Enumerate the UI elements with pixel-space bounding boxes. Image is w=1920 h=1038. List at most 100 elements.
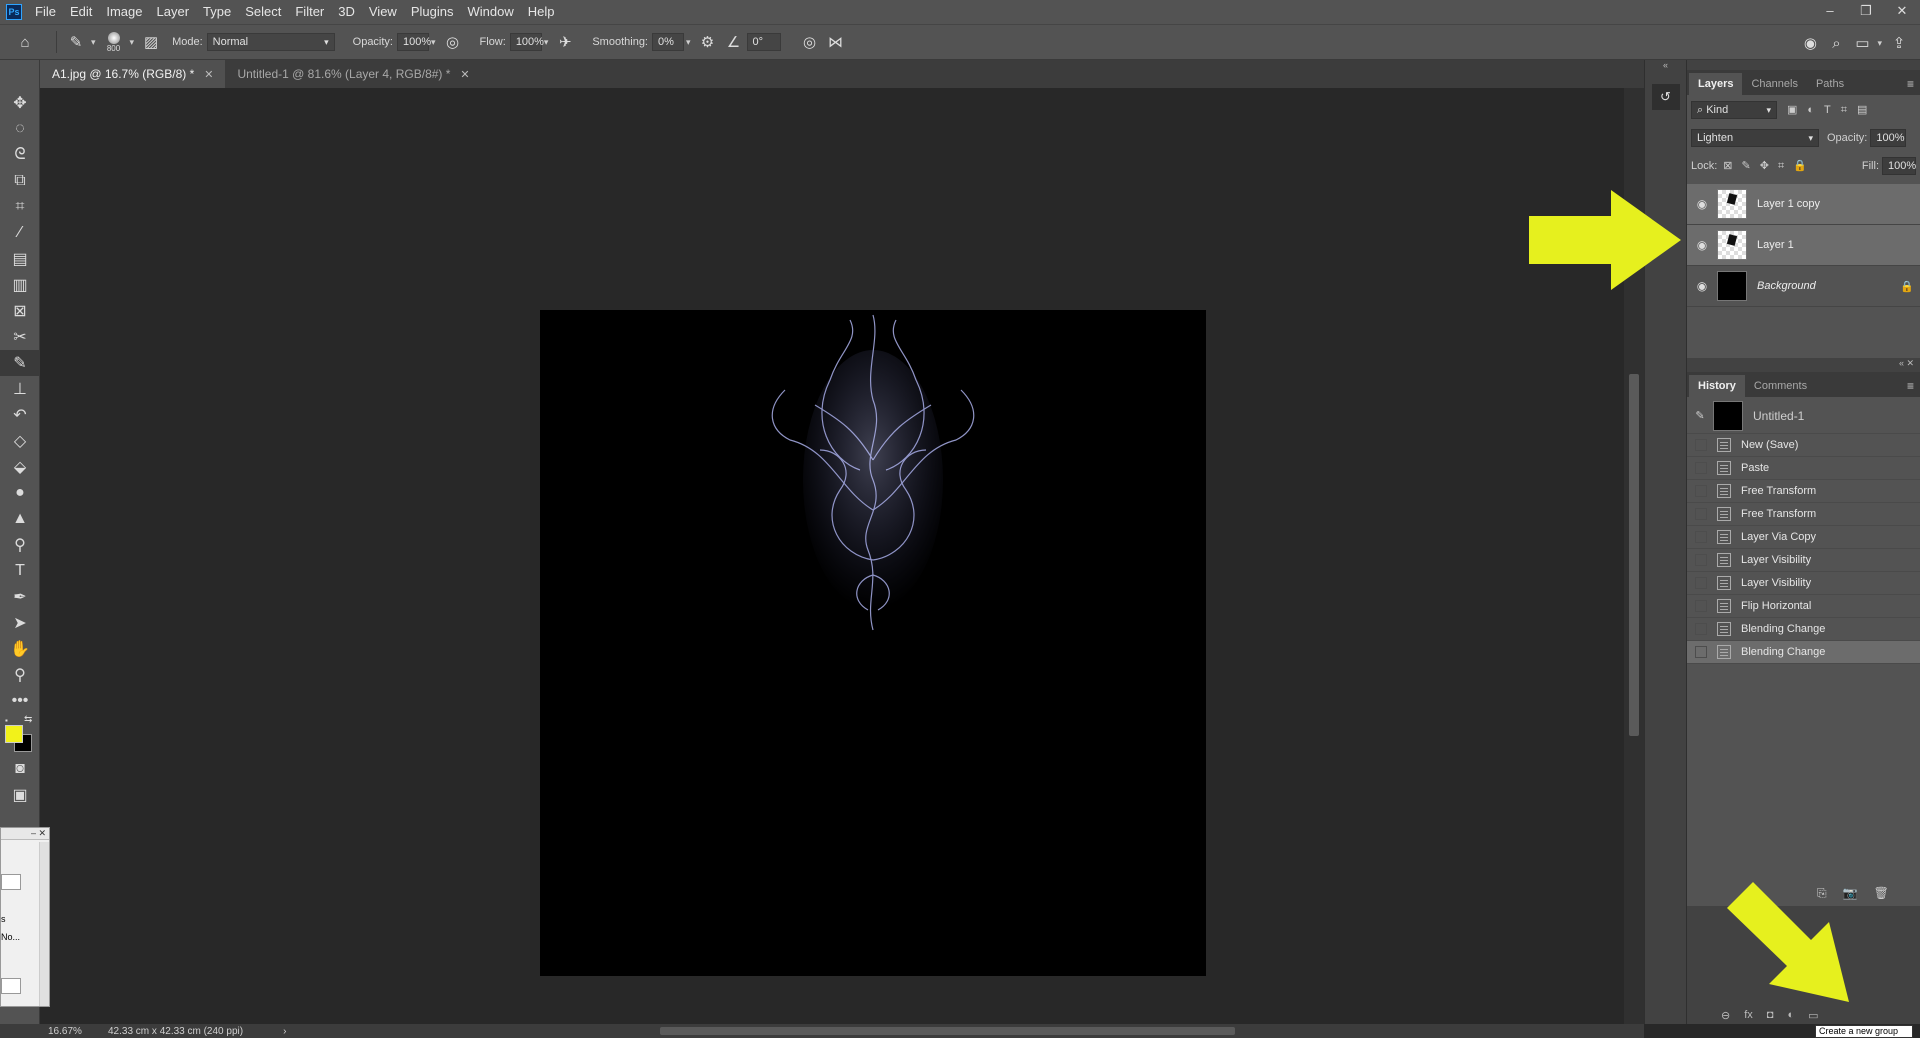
history-item[interactable]: Blending Change [1687, 618, 1920, 641]
dialog-titlebar[interactable]: – ✕ [1, 828, 49, 840]
chevron-down-icon[interactable]: ▾ [686, 37, 691, 48]
layer-opacity-field[interactable]: 100% [1870, 129, 1907, 147]
chevron-down-icon[interactable]: ▾ [130, 37, 135, 48]
menu-edit[interactable]: Edit [63, 0, 99, 24]
workspace-icon[interactable]: ▭ [1849, 30, 1875, 56]
tab-comments[interactable]: Comments [1745, 375, 1816, 397]
blend-mode-select[interactable]: Lighten ▾ [1691, 129, 1819, 147]
pressure-size-icon[interactable]: ◎ [797, 29, 823, 55]
trash-icon[interactable]: 🗑 [1874, 886, 1889, 901]
quick-mask-icon[interactable]: ◙ [0, 756, 40, 782]
lasso-tool-icon[interactable]: ᘓ [0, 142, 40, 168]
hand-tool-icon[interactable]: ✋ [0, 636, 40, 662]
stamp-tool-icon[interactable]: ⊥ [0, 376, 40, 402]
menu-help[interactable]: Help [521, 0, 562, 24]
document-canvas[interactable] [540, 310, 1206, 976]
airbrush-icon[interactable]: ✈ [552, 29, 578, 55]
healing-brush-tool-icon[interactable]: ▤ [0, 246, 40, 272]
foreground-color-swatch[interactable] [5, 725, 23, 743]
horizontal-scrollbar[interactable] [660, 1027, 1235, 1035]
brush-size-picker[interactable]: 800 [100, 31, 128, 53]
menu-image[interactable]: Image [99, 0, 149, 24]
angle-field[interactable]: 0° [746, 33, 781, 51]
filter-icons[interactable]: ▣◐T⌗▤ [1787, 103, 1877, 117]
tab-channels[interactable]: Channels [1742, 73, 1806, 95]
chevron-down-icon[interactable]: ▾ [431, 37, 436, 48]
canvas-area[interactable] [40, 88, 1624, 1024]
eye-icon[interactable]: ◉ [1687, 238, 1717, 252]
menu-type[interactable]: Type [196, 0, 238, 24]
scroll-thumb[interactable] [1629, 374, 1639, 736]
history-item[interactable]: Free Transform [1687, 503, 1920, 526]
more-tools-icon[interactable]: ••• [0, 688, 40, 714]
menu-filter[interactable]: Filter [288, 0, 331, 24]
history-brush-source-icon[interactable]: ✎ [1687, 409, 1713, 422]
paint-bucket-tool-icon[interactable]: ⬙ [0, 454, 40, 480]
eraser-tool-icon[interactable]: ◇ [0, 428, 40, 454]
close-icon[interactable]: ✕ [204, 68, 213, 81]
history-brush-tool-icon[interactable]: ↶ [0, 402, 40, 428]
folder-icon[interactable]: ▭ [1808, 1009, 1818, 1022]
eyedropper-tool-icon[interactable]: ⁄ [0, 220, 40, 246]
history-item[interactable]: New (Save) [1687, 434, 1920, 457]
menu-3d[interactable]: 3D [331, 0, 362, 24]
discover-icon[interactable]: ◉ [1797, 30, 1823, 56]
dodge-tool-icon[interactable]: ⚲ [0, 532, 40, 558]
crop-tool-icon[interactable]: ⌗ [0, 194, 40, 220]
type-tool-icon[interactable]: T [0, 558, 40, 584]
menu-layer[interactable]: Layer [150, 0, 197, 24]
minimize-icon[interactable]: – [1812, 0, 1848, 24]
color-swatches[interactable]: ▪ ⇆ [0, 714, 39, 756]
gear-icon[interactable]: ⚙ [695, 29, 721, 55]
frame-tool-icon[interactable]: ⊠ [0, 298, 40, 324]
brush-tool-icon[interactable]: ✎ [0, 350, 40, 376]
eye-icon[interactable]: ◉ [1687, 279, 1717, 293]
floating-dialog[interactable]: – ✕ s No... [0, 827, 50, 1007]
panel-menu-icon[interactable]: ≡ [1901, 375, 1920, 397]
close-icon[interactable]: ✕ [460, 68, 469, 81]
scissors-tool-icon[interactable]: ✂ [0, 324, 40, 350]
mode-select[interactable]: Normal ▾ [206, 33, 335, 51]
mask-icon[interactable]: ◘ [1767, 1009, 1774, 1021]
chevron-down-icon[interactable]: ▾ [91, 37, 96, 48]
menu-view[interactable]: View [362, 0, 404, 24]
filter-kind-select[interactable]: ⌕ Kind ▾ [1691, 101, 1777, 119]
tab-paths[interactable]: Paths [1807, 73, 1853, 95]
sharpen-tool-icon[interactable]: ▲ [0, 506, 40, 532]
link-icon[interactable]: ⊖ [1721, 1009, 1730, 1022]
brush-settings-icon[interactable]: ▨ [138, 29, 164, 55]
symmetry-icon[interactable]: ⋈ [823, 29, 849, 55]
pen-tool-icon[interactable]: ✒ [0, 584, 40, 610]
home-icon[interactable]: ⌂ [0, 29, 50, 55]
fill-field[interactable]: 100% [1882, 157, 1916, 175]
tab-layers[interactable]: Layers [1689, 73, 1743, 95]
collapse-icon[interactable]: « ✕ [1687, 358, 1920, 372]
menu-plugins[interactable]: Plugins [404, 0, 461, 24]
chevron-right-icon[interactable]: › [283, 1026, 286, 1037]
history-item[interactable]: Free Transform [1687, 480, 1920, 503]
history-snapshot[interactable]: ✎ Untitled-1 [1687, 398, 1920, 434]
pressure-opacity-icon[interactable]: ◎ [440, 29, 466, 55]
history-item[interactable]: Blending Change [1687, 641, 1920, 664]
menu-select[interactable]: Select [238, 0, 288, 24]
menu-window[interactable]: Window [460, 0, 520, 24]
history-item[interactable]: Layer Visibility [1687, 549, 1920, 572]
screen-mode-icon[interactable]: ▣ [0, 782, 40, 808]
history-item[interactable]: Layer Visibility [1687, 572, 1920, 595]
history-item[interactable]: Flip Horizontal [1687, 595, 1920, 618]
opacity-field[interactable]: 100% [397, 33, 431, 51]
history-item[interactable]: Layer Via Copy [1687, 526, 1920, 549]
smoothing-field[interactable]: 0% [652, 33, 684, 51]
search-icon[interactable]: ⌕ [1823, 30, 1849, 56]
layer-row[interactable]: ◉ Layer 1 [1687, 225, 1920, 266]
history-item[interactable]: Paste [1687, 457, 1920, 480]
path-select-tool-icon[interactable]: ➤ [0, 610, 40, 636]
move-tool-icon[interactable]: ✥ [0, 90, 40, 116]
restore-icon[interactable]: ❐ [1848, 0, 1884, 24]
brush-preset-icon[interactable]: ✎ [63, 29, 89, 55]
bandage-tool-icon[interactable]: ▥ [0, 272, 40, 298]
swap-colors-icon[interactable]: ⇆ [24, 714, 32, 725]
tab-history[interactable]: History [1689, 375, 1745, 397]
chevron-down-icon[interactable]: ▾ [1877, 30, 1882, 56]
layer-row[interactable]: ◉ Layer 1 copy [1687, 184, 1920, 225]
